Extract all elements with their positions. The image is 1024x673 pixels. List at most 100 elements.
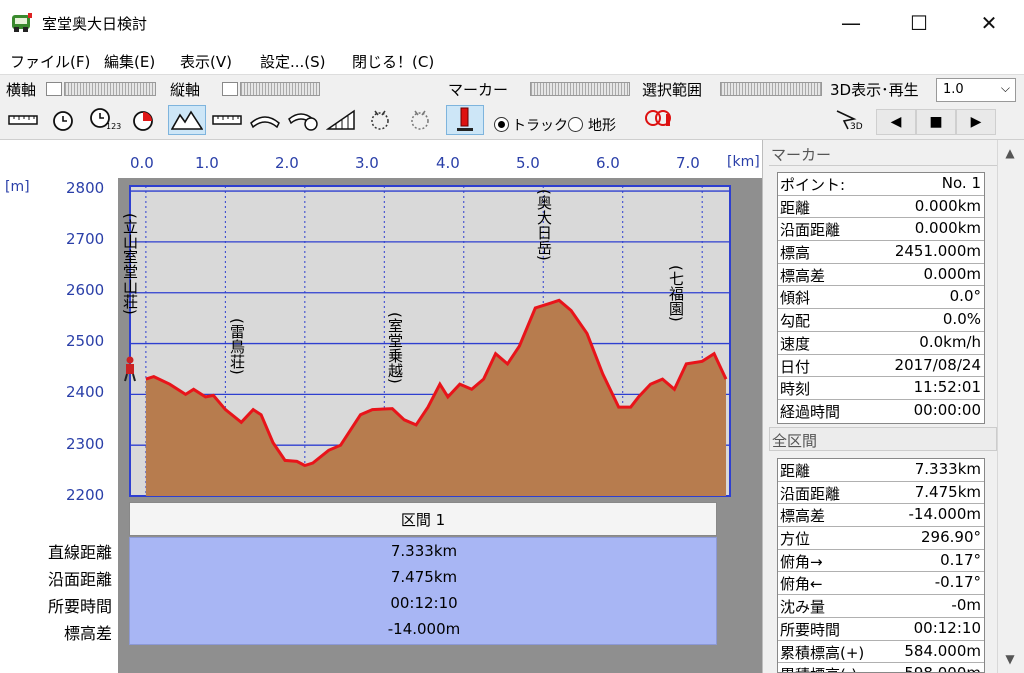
- zoom-select[interactable]: 1.0 ⌵: [936, 78, 1016, 102]
- close-button[interactable]: ✕: [966, 0, 1012, 46]
- stop-icon[interactable]: ■: [916, 109, 956, 135]
- track-radio[interactable]: [494, 117, 509, 132]
- horizontal-axis-label: 横軸: [6, 81, 37, 99]
- 3d-view-icon[interactable]: 3D: [830, 105, 868, 135]
- info-value: 0.0°: [949, 287, 981, 306]
- x-tick: 0.0: [130, 154, 154, 172]
- toolbar-grip[interactable]: [720, 82, 822, 96]
- info-row: 傾斜 0.0°: [778, 286, 984, 310]
- info-row: 距離 0.000km: [778, 196, 984, 219]
- info-value: -598.000m: [899, 664, 981, 672]
- info-row: 標高差 0.000m: [778, 264, 984, 287]
- info-value: 0.17°: [940, 550, 981, 569]
- red-clock-icon[interactable]: [124, 105, 162, 135]
- info-row: 累積標高(-) -598.000m: [778, 663, 984, 672]
- menu-view[interactable]: 表示(V): [180, 51, 232, 72]
- menu-file[interactable]: ファイル(F): [10, 51, 90, 72]
- marker-info-table: ポイント: No. 1 距離 0.000km 沿面距離 0.000km 標高 2451.…: [777, 172, 985, 424]
- x-tick: 5.0: [516, 154, 540, 172]
- segment-row-label: 所要時間: [47, 597, 112, 616]
- info-value: 00:12:10: [913, 618, 981, 637]
- info-key: 勾配: [780, 312, 811, 331]
- curved-ruler-icon[interactable]: [246, 105, 284, 135]
- info-key: 標高差: [780, 266, 826, 285]
- menu-settings[interactable]: 設定...(S): [260, 51, 326, 72]
- info-value: 0.0km/h: [919, 332, 981, 351]
- info-key: ポイント:: [780, 176, 846, 194]
- y-tick: 2200: [66, 486, 105, 504]
- marker-dashed-icon[interactable]: [362, 105, 400, 135]
- landmark-label: (奥大日岳): [535, 189, 553, 261]
- menu-edit[interactable]: 編集(E): [104, 51, 155, 72]
- scroll-up-icon[interactable]: ▲: [998, 142, 1022, 164]
- info-value: 296.90°: [921, 528, 981, 547]
- info-key: 俯角→: [780, 552, 823, 571]
- marker-pin-icon[interactable]: [446, 105, 484, 135]
- marker-dashed-alt-icon[interactable]: [402, 105, 440, 135]
- info-key: 沿面距離: [780, 221, 841, 240]
- window-title: 室堂奥大日検討: [42, 15, 148, 33]
- toolbar-grip[interactable]: [64, 82, 156, 96]
- total-info-table: 距離 7.333km 沿面距離 7.475km 標高差 -14.000m 方位 296.…: [777, 458, 985, 673]
- minimize-button[interactable]: —: [828, 0, 874, 46]
- info-value: No. 1: [941, 174, 981, 192]
- segment-row-label: 標高差: [63, 624, 112, 643]
- landmark-label: (雷鳥荘): [228, 318, 246, 375]
- x-unit-label: [km]: [727, 154, 760, 170]
- y-tick: 2300: [66, 435, 105, 453]
- ruler-icon[interactable]: [4, 105, 42, 135]
- selection-range-icon[interactable]: [640, 105, 678, 135]
- clock-icon[interactable]: [44, 105, 82, 135]
- chevron-down-icon: ⌵: [1000, 81, 1010, 95]
- rewind-icon[interactable]: ◀: [876, 109, 916, 135]
- segment-elevation-diff: -14.000m: [387, 620, 461, 638]
- scroll-down-icon[interactable]: ▼: [998, 648, 1022, 670]
- toolbar-toggle[interactable]: [46, 82, 62, 96]
- terrain-radio[interactable]: [568, 117, 583, 132]
- x-tick: 4.0: [436, 154, 460, 172]
- total-group-title: 全区間: [769, 427, 997, 451]
- info-key: 距離: [780, 198, 811, 217]
- play-icon[interactable]: ▶: [956, 109, 996, 135]
- curved-ruler-clock-icon[interactable]: [284, 105, 322, 135]
- info-key: 標高: [780, 244, 811, 263]
- toolbar-toggle[interactable]: [222, 82, 238, 96]
- menu-close[interactable]: 閉じる！(C): [352, 51, 434, 72]
- info-value: 2017/08/24: [894, 355, 981, 374]
- ruler-icon[interactable]: [208, 105, 246, 135]
- info-key: 時刻: [780, 380, 811, 399]
- toolbar-grip[interactable]: [530, 82, 630, 96]
- info-key: 経過時間: [780, 402, 841, 421]
- segment-header[interactable]: 区間 1: [129, 502, 717, 536]
- maximize-button[interactable]: ☐: [896, 0, 942, 46]
- info-key: 傾斜: [780, 289, 811, 308]
- info-value: 0.000km: [914, 219, 981, 238]
- hiker-marker-icon[interactable]: [122, 355, 138, 383]
- mountain-profile-icon[interactable]: [168, 105, 206, 135]
- view3d-label: 3D表示･再生: [830, 81, 919, 99]
- info-row: 沿面距離 7.475km: [778, 482, 984, 505]
- toolbar-grip[interactable]: [240, 82, 320, 96]
- info-value: 0.000m: [923, 264, 981, 283]
- info-row: 日付 2017/08/24: [778, 355, 984, 378]
- clock-123-icon[interactable]: 123: [84, 105, 122, 135]
- segment-required-time: 00:12:10: [390, 594, 458, 612]
- info-key: 所要時間: [780, 620, 841, 639]
- info-key: 沈み量: [780, 598, 826, 617]
- y-tick: 2800: [66, 179, 105, 197]
- info-value: 7.333km: [914, 460, 981, 478]
- vertical-axis-label: 縦軸: [170, 81, 201, 99]
- slope-ruler-icon[interactable]: [322, 105, 360, 135]
- info-key: 沿面距離: [780, 484, 841, 503]
- elevation-profile-chart[interactable]: [118, 178, 762, 508]
- info-row: ポイント: No. 1: [778, 173, 984, 196]
- info-value: 0.000km: [914, 196, 981, 215]
- info-key: 俯角←: [780, 575, 823, 594]
- info-row: 勾配 0.0%: [778, 309, 984, 332]
- info-value: 11:52:01: [913, 378, 981, 397]
- info-key: 累積標高(+): [780, 643, 865, 662]
- panel-scrollbar[interactable]: ▲ ▼: [997, 140, 1021, 673]
- x-tick: 1.0: [195, 154, 219, 172]
- info-row: 経過時間 00:00:00: [778, 400, 984, 423]
- info-value: 0.0%: [942, 310, 981, 329]
